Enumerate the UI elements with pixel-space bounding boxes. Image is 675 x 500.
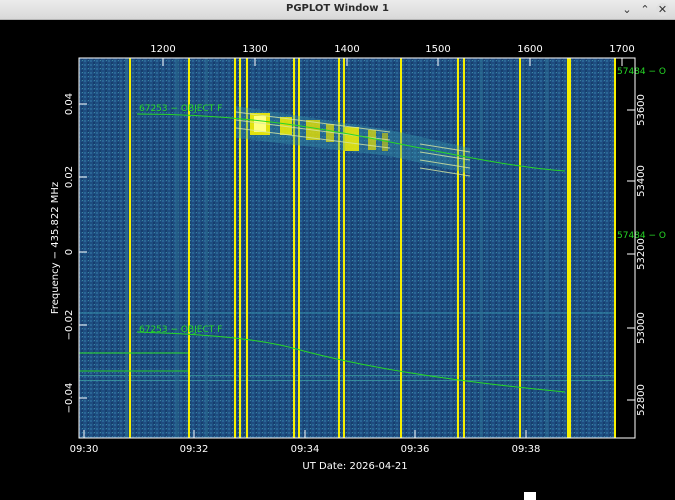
- left-tick-label: 0.02: [64, 166, 75, 188]
- top-tick-label: 1200: [150, 44, 175, 55]
- bottom-tick-label: 09:30: [70, 444, 99, 455]
- trace-label-lower: 67253 − OBJECT F: [139, 325, 222, 335]
- top-axis-labels: 1200 1300 1400 1500 1600 1700: [150, 44, 634, 55]
- left-tick-label: 0: [64, 249, 75, 255]
- maximize-button[interactable]: ⌃: [638, 3, 652, 17]
- right-tick-label: 53400: [636, 165, 647, 197]
- left-tick-label: −0.04: [64, 383, 75, 414]
- bottom-axis-labels: 09:30 09:32 09:34 09:36 09:38: [70, 444, 541, 455]
- left-axis-labels: 0.04 0.02 0 −0.02 −0.04: [64, 93, 75, 413]
- minimize-button[interactable]: ⌄: [620, 3, 634, 17]
- right-tick-label: 52800: [636, 384, 647, 416]
- top-tick-label: 1400: [334, 44, 359, 55]
- right-tick-label: 53200: [636, 238, 647, 270]
- x-axis-title: UT Date: 2026-04-21: [302, 461, 407, 472]
- left-tick-label: −0.02: [64, 310, 75, 341]
- window-title: PGPLOT Window 1: [286, 3, 389, 14]
- left-tick-label: 0.04: [64, 93, 75, 115]
- bottom-tick-label: 09:38: [512, 444, 541, 455]
- y-axis-title: Frequency − 435.822 MHz: [50, 182, 61, 314]
- right-tick-label: 53000: [636, 312, 647, 344]
- right-tick-label: 53600: [636, 94, 647, 126]
- close-button[interactable]: ✕: [656, 3, 669, 16]
- bottom-tick-label: 09:34: [291, 444, 320, 455]
- right-label-upper: 57484 − O: [617, 67, 666, 77]
- top-tick-label: 1300: [242, 44, 267, 55]
- top-tick-label: 1500: [425, 44, 450, 55]
- pgplot-canvas: 67253 − OBJECT F 67253 − OBJECT F 57484 …: [50, 44, 666, 500]
- right-axis-ticks: [627, 109, 635, 401]
- right-axis-labels: 53600 53400 53200 53000 52800: [636, 94, 647, 416]
- trace-label-upper: 67253 − OBJECT F: [139, 104, 222, 114]
- status-marker: [524, 492, 536, 500]
- waterfall-panel: [79, 58, 615, 438]
- bottom-tick-label: 09:32: [180, 444, 209, 455]
- top-tick-label: 1600: [517, 44, 542, 55]
- top-tick-label: 1700: [609, 44, 634, 55]
- window-titlebar[interactable]: PGPLOT Window 1 ⌄ ⌃ ✕: [0, 0, 675, 20]
- bottom-tick-label: 09:36: [401, 444, 430, 455]
